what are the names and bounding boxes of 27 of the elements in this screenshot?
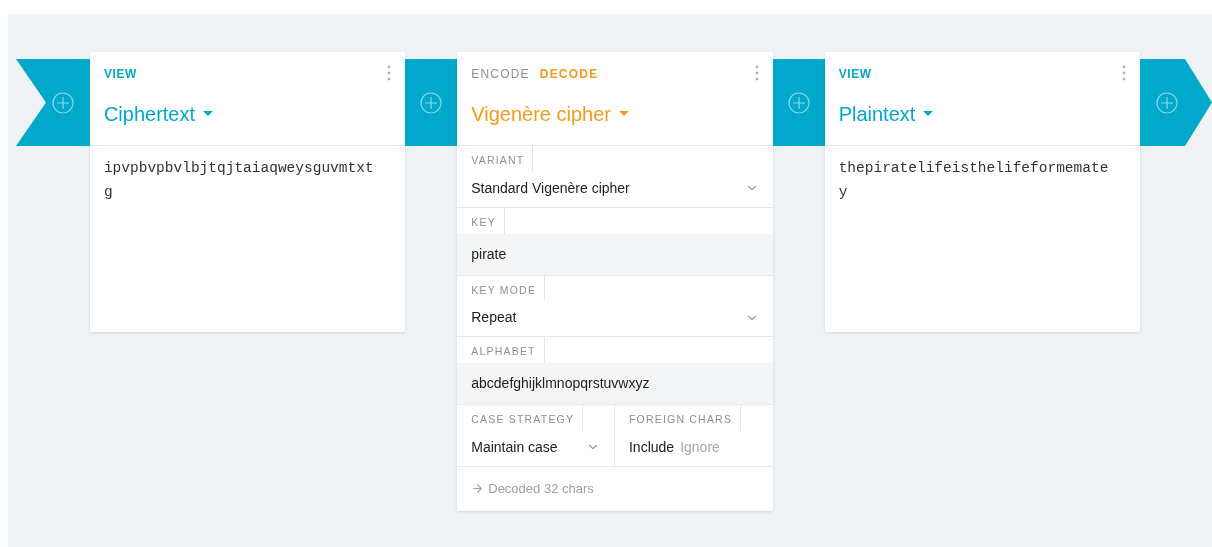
field-label: KEY MODE — [471, 275, 546, 302]
add-icon[interactable] — [52, 92, 74, 114]
more-icon[interactable] — [1122, 65, 1127, 81]
field-label: KEY — [471, 207, 505, 234]
arrow-icon — [471, 482, 485, 496]
input-field[interactable]: abcdefghijklmnopqrstuvwxyz — [457, 363, 773, 404]
field-label: CASE STRATEGY — [471, 405, 584, 431]
text-content: thepiratelifeisthelifeformematey — [837, 159, 1110, 202]
caret-icon — [923, 111, 934, 117]
field-label: FOREIGN CHARS — [629, 405, 742, 431]
select-field[interactable]: Repeat — [471, 301, 759, 329]
mode-label: VIEW — [103, 66, 137, 83]
toggle-option[interactable]: Include — [629, 436, 675, 458]
more-icon[interactable] — [387, 65, 392, 81]
select-field[interactable]: Maintain case — [471, 430, 600, 458]
caret-icon — [619, 111, 629, 117]
select-field[interactable]: Standard Vigenère cipher — [471, 171, 759, 199]
mode-label: VIEW — [838, 66, 872, 83]
add-icon[interactable] — [1156, 92, 1179, 114]
field-label: VARIANT — [471, 146, 534, 172]
text-content: ipvpbvpbvlbjtqjtaiaqweysguvmtxtg — [102, 159, 375, 202]
more-icon[interactable] — [754, 65, 759, 81]
input-field[interactable]: pirate — [457, 233, 773, 275]
status-text: Decoded 32 chars — [488, 480, 594, 498]
caret-icon — [203, 111, 214, 117]
add-icon[interactable] — [420, 91, 443, 114]
add-icon[interactable] — [787, 91, 810, 114]
